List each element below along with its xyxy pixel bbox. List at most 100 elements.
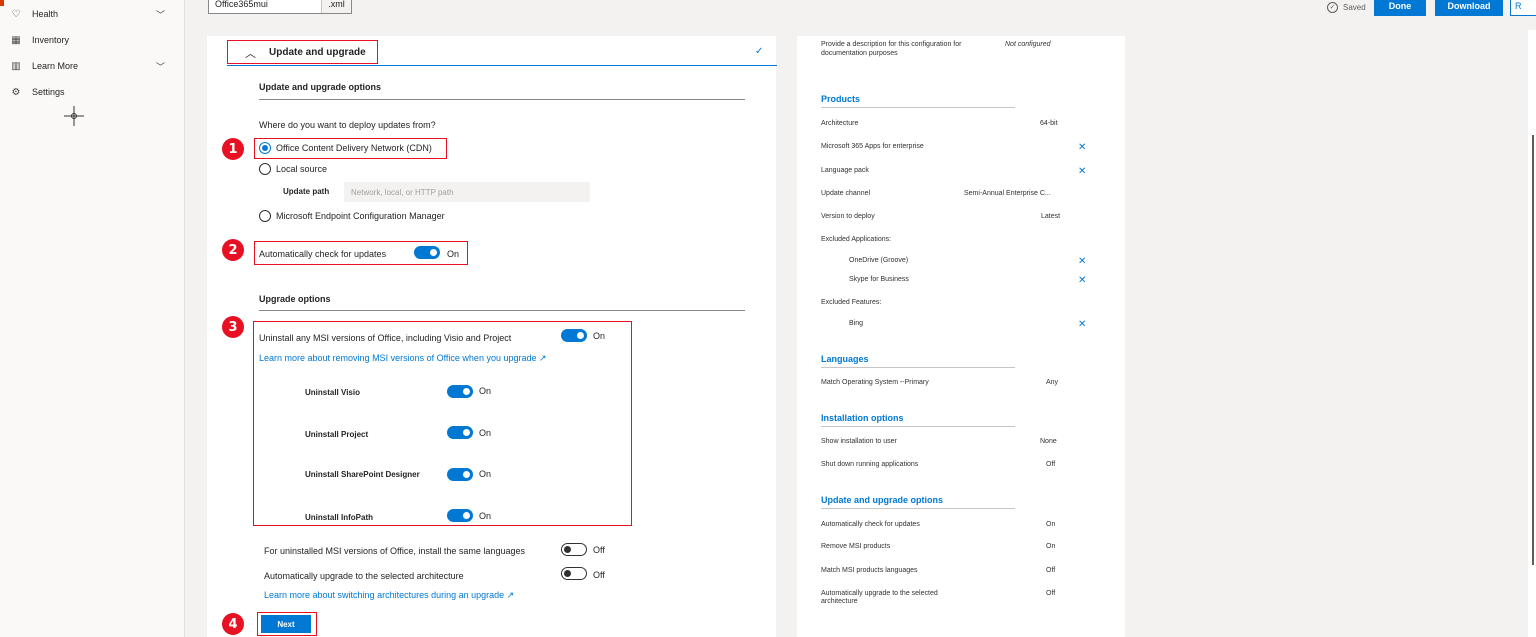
- summary-label: Excluded Features:: [821, 299, 882, 306]
- summary-label: Match MSI products languages: [821, 567, 918, 574]
- deploy-question: Where do you want to deploy updates from…: [259, 120, 436, 130]
- summary-label: Excluded Applications:: [821, 236, 892, 243]
- uninstall-visio-toggle[interactable]: [447, 385, 473, 398]
- toggle-state: On: [479, 428, 492, 438]
- accordion-header[interactable]: ︿ Update and upgrade ✓: [227, 40, 777, 66]
- toggle-state: On: [447, 249, 460, 259]
- chevron-down-icon[interactable]: ﹀: [156, 8, 165, 21]
- summary-section-title: Products: [821, 94, 861, 104]
- description-value: Not configured: [1005, 41, 1051, 48]
- summary-value: On: [1046, 521, 1056, 528]
- nav-item-inventory[interactable]: ▦ Inventory: [10, 33, 175, 47]
- link-text: Learn more about switching architectures…: [264, 590, 505, 600]
- remove-icon[interactable]: ✕: [1078, 166, 1086, 177]
- toggle-state: Off: [593, 570, 605, 580]
- summary-value: 64-bit: [1040, 120, 1058, 127]
- check-circle-icon: ✓: [1327, 1, 1338, 13]
- next-button[interactable]: Next: [261, 615, 311, 633]
- nav-item-label: Learn More: [32, 61, 79, 71]
- accordion-title: Update and upgrade: [269, 47, 366, 58]
- summary-label: OneDrive (Groove): [849, 257, 909, 264]
- chevron-up-icon[interactable]: ︿: [245, 45, 256, 61]
- gear-icon: ⚙: [11, 86, 21, 98]
- summary-label: Automatically check for updates: [821, 521, 920, 528]
- file-extension: .xml: [321, 0, 351, 13]
- toggle-state: On: [593, 331, 606, 341]
- radio-cdn[interactable]: [259, 142, 271, 154]
- update-path-label: Update path: [283, 187, 330, 196]
- heart-icon: ♡: [11, 8, 21, 20]
- auto-upgrade-arch-toggle[interactable]: [561, 567, 587, 580]
- radio-label: Microsoft Endpoint Configuration Manager: [276, 211, 445, 221]
- chevron-down-icon[interactable]: ﹀: [156, 60, 165, 73]
- external-link-icon: ↗: [539, 353, 547, 363]
- divider: [259, 99, 745, 100]
- uninstall-project-toggle[interactable]: [447, 426, 473, 439]
- learn-msi-link[interactable]: Learn more about removing MSI versions o…: [259, 353, 547, 364]
- auto-upgrade-arch-label: Automatically upgrade to the selected ar…: [264, 571, 464, 581]
- summary-section-title: Installation options: [821, 413, 904, 423]
- remove-icon[interactable]: ✕: [1078, 275, 1086, 286]
- summary-label: Version to deploy: [821, 213, 875, 220]
- scrollbar-thumb[interactable]: [1532, 135, 1534, 565]
- highlight-box: [253, 321, 632, 526]
- uninstall-item-label: Uninstall Visio: [305, 388, 360, 397]
- summary-label: Bing: [849, 320, 864, 327]
- nav-item-label: Inventory: [32, 35, 70, 45]
- radio-local-source[interactable]: [259, 163, 271, 175]
- toggle-state: On: [479, 511, 492, 521]
- divider: [821, 508, 1015, 509]
- same-languages-toggle[interactable]: [561, 543, 587, 556]
- nav-item-learn-more[interactable]: ▥ Learn More ﹀: [10, 59, 175, 73]
- download-button[interactable]: Download: [1435, 0, 1503, 16]
- section-title: Upgrade options: [259, 294, 331, 304]
- step-badge: 1: [222, 138, 244, 160]
- auto-check-label: Automatically check for updates: [259, 249, 387, 259]
- summary-value: Off: [1046, 590, 1056, 597]
- nav-item-health[interactable]: ♡ Health ﹀: [10, 7, 175, 21]
- nav-item-label: Health: [32, 9, 59, 19]
- summary-value: Latest: [1041, 213, 1061, 220]
- nav-item-label: Settings: [32, 87, 65, 97]
- toggle-state: Off: [593, 545, 605, 555]
- uninstall-msi-toggle[interactable]: [561, 329, 587, 342]
- toggle-state: On: [479, 469, 492, 479]
- summary-value: None: [1040, 438, 1057, 445]
- filename-field[interactable]: Office365mui .xml: [208, 0, 352, 14]
- nav-item-settings[interactable]: ⚙ Settings: [10, 85, 175, 99]
- done-button[interactable]: Done: [1374, 0, 1426, 16]
- divider: [821, 426, 1015, 427]
- filename-input[interactable]: Office365mui: [209, 0, 321, 9]
- step-badge: 3: [222, 316, 244, 338]
- radio-label: Local source: [276, 164, 328, 174]
- summary-section-title: Languages: [821, 354, 869, 364]
- toggle-state: On: [479, 386, 492, 396]
- saved-status: ✓ Saved: [1327, 0, 1366, 14]
- remove-icon[interactable]: ✕: [1078, 319, 1086, 330]
- brand-accent: [0, 0, 4, 6]
- radio-endpoint-manager[interactable]: [259, 210, 271, 222]
- uninstall-item-label: Uninstall Project: [305, 430, 369, 439]
- summary-value: Any: [1046, 379, 1059, 386]
- remove-icon[interactable]: ✕: [1078, 142, 1086, 153]
- uninstall-infopath-toggle[interactable]: [447, 509, 473, 522]
- grid-icon: ▦: [11, 34, 21, 46]
- auto-check-toggle[interactable]: [414, 246, 440, 259]
- section-title: Update and upgrade options: [259, 82, 382, 92]
- book-icon: ▥: [11, 60, 21, 72]
- description-label: Provide a description for this configura…: [821, 41, 962, 57]
- top-bar: Office365mui .xml ✓ Saved Done Download …: [186, 0, 1536, 32]
- learn-arch-link[interactable]: Learn more about switching architectures…: [264, 590, 514, 601]
- checkmark-icon: ✓: [755, 46, 764, 57]
- uninstall-sharepoint-designer-toggle[interactable]: [447, 468, 473, 481]
- update-path-input[interactable]: Network, local, or HTTP path: [344, 182, 590, 202]
- crosshair-cursor-icon: [64, 106, 84, 126]
- summary-label: Match Operating System --Primary: [821, 379, 929, 386]
- summary-label: Skype for Business: [849, 276, 909, 283]
- summary-label: Shut down running applications: [821, 461, 919, 468]
- summary-section-title: Update and upgrade options: [821, 495, 944, 505]
- reset-button[interactable]: R: [1510, 0, 1536, 16]
- remove-icon[interactable]: ✕: [1078, 256, 1086, 267]
- uninstall-item-label: Uninstall SharePoint Designer: [305, 470, 420, 479]
- step-badge: 2: [222, 239, 244, 261]
